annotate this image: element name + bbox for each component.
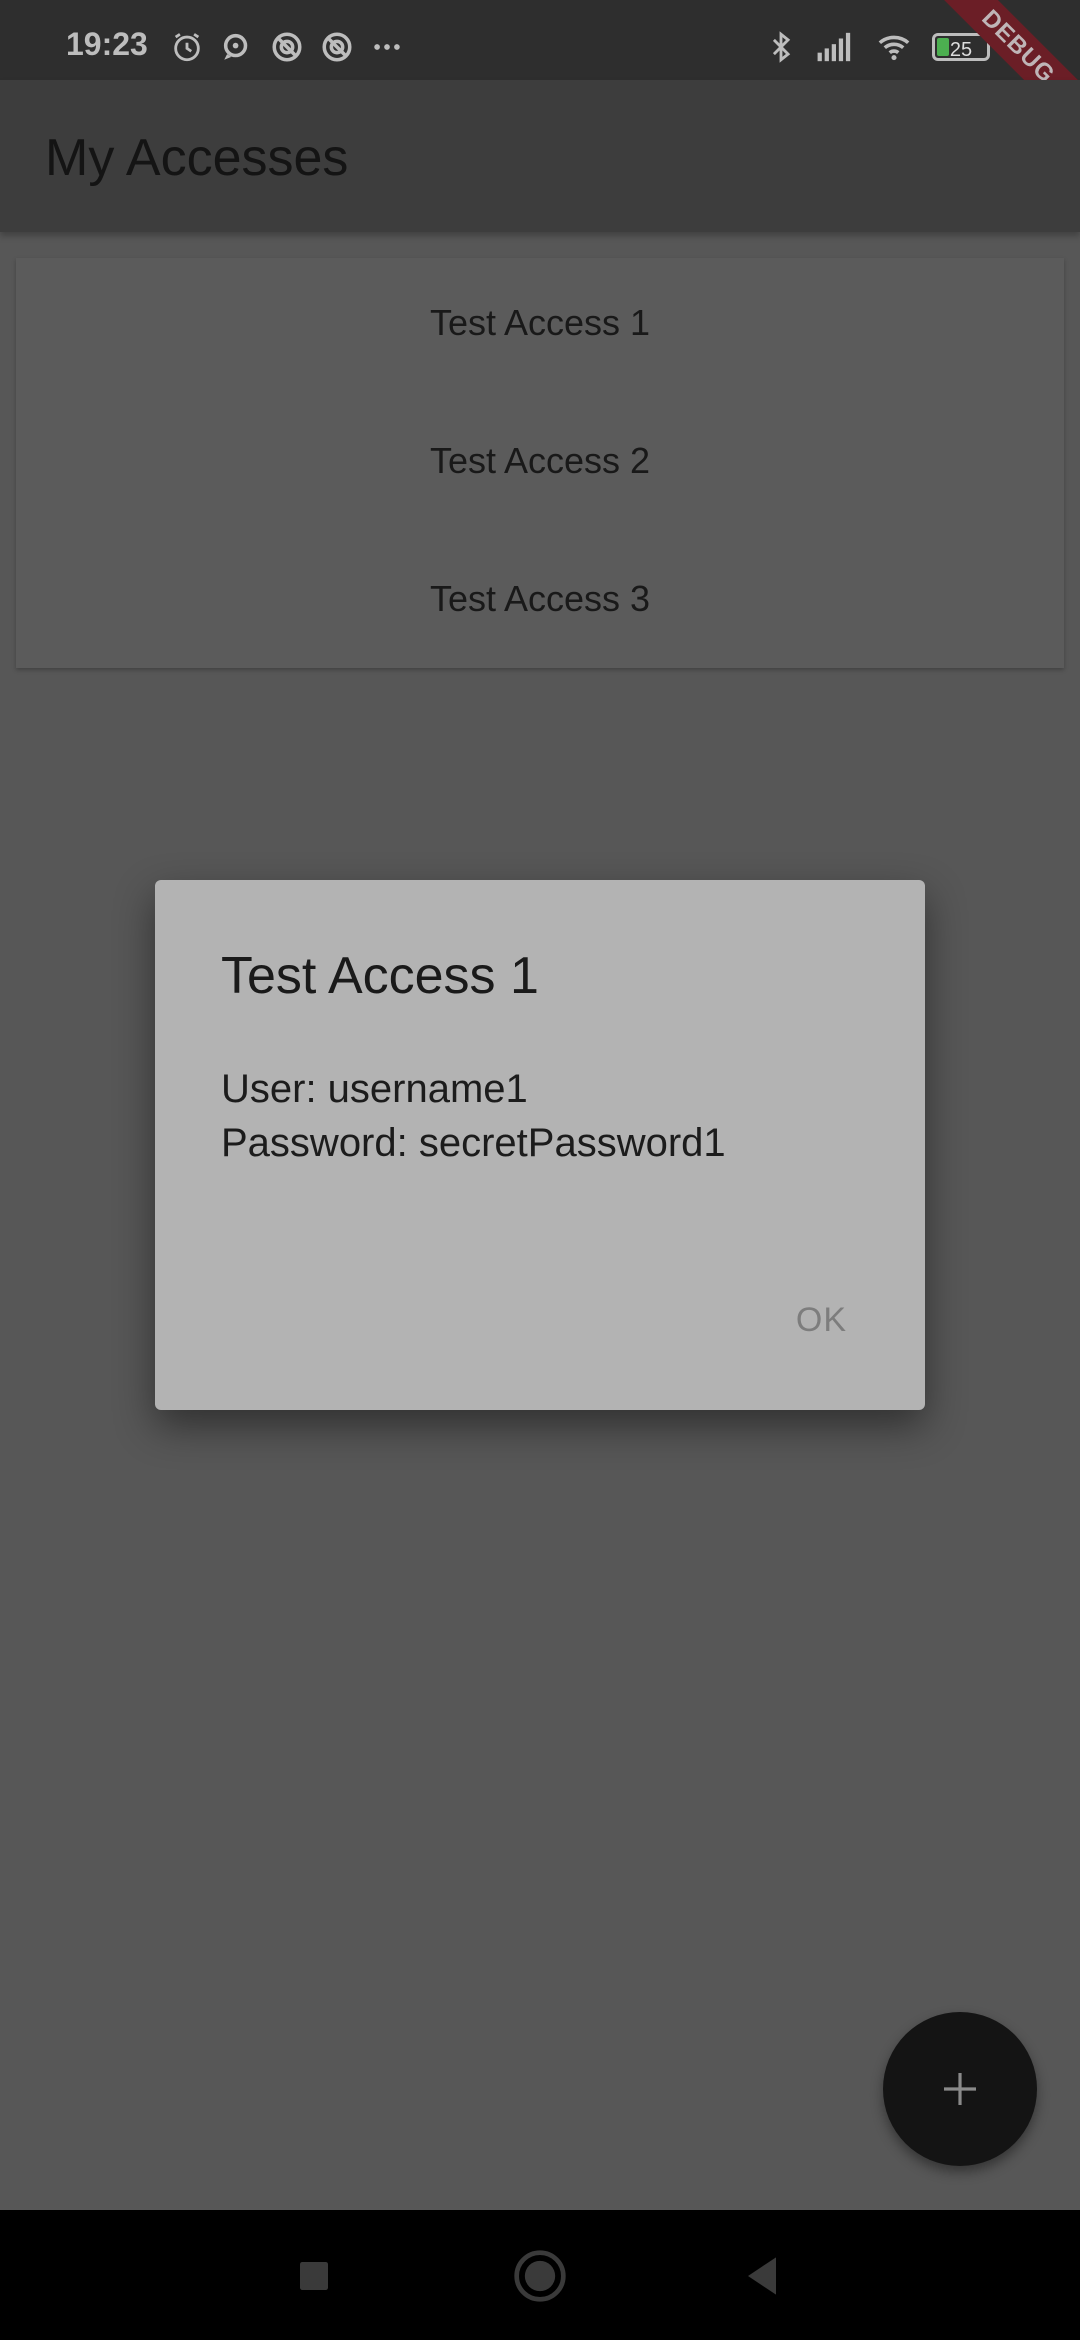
chat-icon xyxy=(223,33,248,60)
status-bar: 19:23 25 xyxy=(0,0,1080,80)
dialog-body: User: username1 Password: secretPassword… xyxy=(221,1062,726,1170)
app-notification-icon xyxy=(322,32,352,62)
battery-level: 25 xyxy=(949,39,973,61)
status-time: 19:23 xyxy=(66,26,148,62)
bluetooth-icon xyxy=(772,31,791,63)
ok-button[interactable]: OK xyxy=(784,1293,859,1348)
plus-icon xyxy=(944,2073,976,2105)
dialog-title: Test Access 1 xyxy=(221,947,539,1005)
signal-icon xyxy=(817,32,851,62)
recents-square-icon[interactable] xyxy=(286,2248,342,2304)
add-access-button[interactable] xyxy=(883,2012,1037,2166)
home-circle-icon[interactable] xyxy=(512,2248,568,2304)
access-dialog: Test Access 1 User: username1 Password: … xyxy=(155,880,925,1410)
more-notifications-icon xyxy=(374,44,400,50)
status-icons-left xyxy=(170,30,404,64)
dialog-user-line: User: username1 xyxy=(221,1067,528,1111)
wifi-icon xyxy=(878,35,910,61)
system-nav-bar xyxy=(0,2210,1080,2340)
alarm-icon xyxy=(174,33,200,62)
app-notification-icon xyxy=(272,32,302,62)
dialog-password-line: Password: secretPassword1 xyxy=(221,1121,726,1165)
status-icons-right: 25 xyxy=(764,30,990,64)
back-triangle-icon[interactable] xyxy=(734,2248,790,2304)
battery-fill xyxy=(937,38,949,56)
